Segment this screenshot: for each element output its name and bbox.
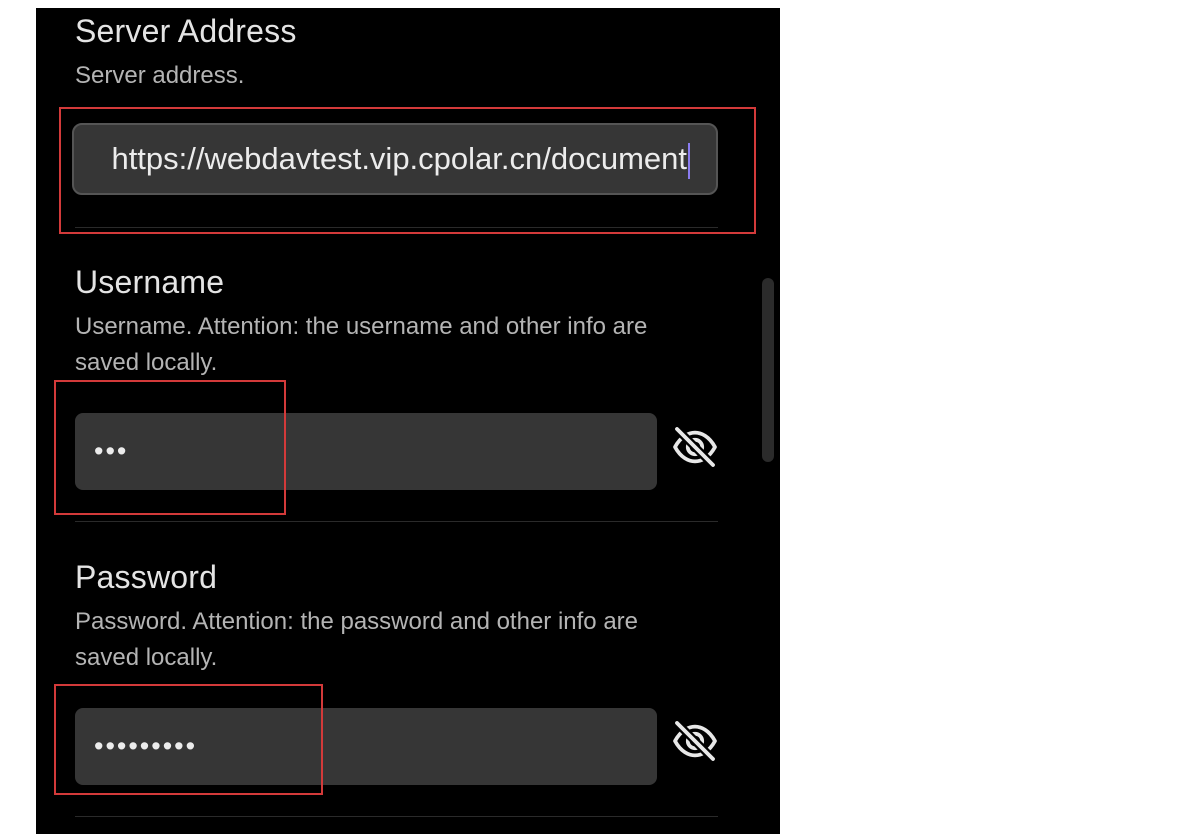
highlight-box (54, 380, 286, 515)
divider (75, 521, 718, 522)
eye-off-icon[interactable] (671, 423, 719, 471)
eye-off-icon[interactable] (671, 717, 719, 765)
divider (75, 816, 718, 817)
highlight-box (59, 107, 756, 234)
password-description: Password. Attention: the password and ot… (75, 608, 639, 671)
scrollbar[interactable] (762, 278, 774, 462)
username-description: Username. Attention: the username and ot… (75, 313, 648, 376)
highlight-box (54, 684, 323, 795)
username-title: Username (75, 264, 225, 300)
password-title: Password (75, 559, 218, 595)
server-address-title: Server Address (75, 13, 297, 49)
server-address-description: Server address. (75, 62, 245, 89)
